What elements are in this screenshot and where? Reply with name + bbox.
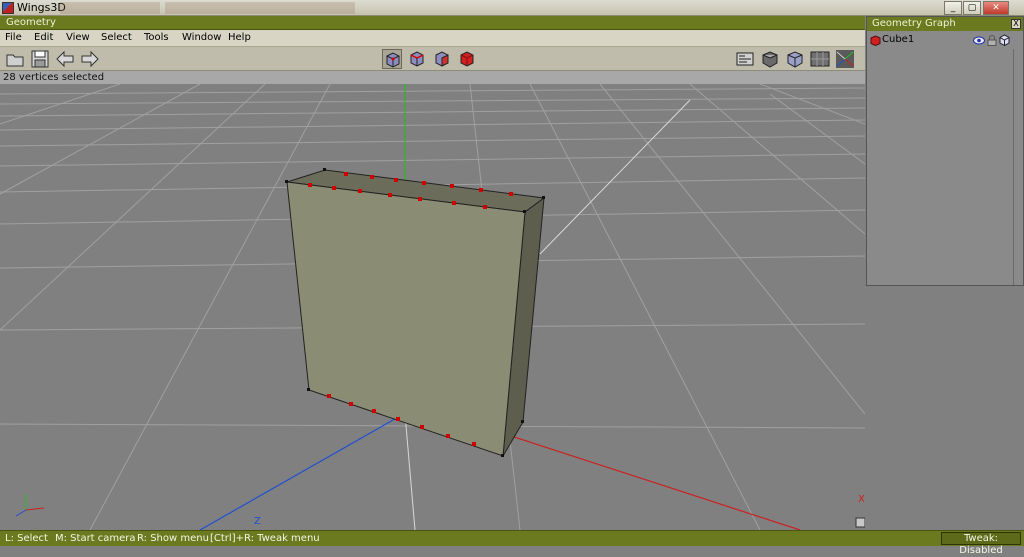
status-bar: L: Select M: Start camera R: Show menu […: [0, 530, 1024, 556]
z-axis-line: [199, 415, 401, 530]
undo-arrow-icon[interactable]: [55, 49, 75, 69]
face-mode-icon[interactable]: [432, 49, 452, 69]
x-axis-label: X: [858, 494, 865, 505]
os-title-bar: Wings3D _ ▢ ✕: [0, 0, 1024, 16]
geometry-window-title: Geometry: [6, 17, 56, 28]
wireframe-cube-icon[interactable]: [999, 34, 1010, 46]
save-icon[interactable]: [30, 49, 50, 69]
window-title: Wings3D: [17, 1, 66, 14]
hint-left-click: L: Select: [5, 533, 48, 544]
geometry-graph-list: [868, 49, 1014, 285]
menu-view[interactable]: View: [66, 32, 90, 43]
flat-shade-icon[interactable]: [785, 49, 805, 69]
mini-axes-icon: [15, 494, 45, 517]
minimize-icon[interactable]: _: [944, 1, 962, 15]
menu-tools[interactable]: Tools: [144, 32, 169, 43]
3d-viewport[interactable]: X Z: [0, 84, 865, 530]
object-name: Cube1: [882, 34, 915, 45]
redo-arrow-icon[interactable]: [80, 49, 100, 69]
list-item[interactable]: Cube1: [867, 33, 1023, 47]
menu-bar: File Edit View Select Tools Window Help: [0, 30, 865, 47]
hint-ctrl-right-click: [Ctrl]+R: Tweak menu: [210, 533, 320, 544]
menu-edit[interactable]: Edit: [34, 32, 53, 43]
geometry-graph-title: Geometry Graph: [872, 18, 956, 29]
x-axis-line: [504, 433, 801, 530]
body-mode-icon[interactable]: [457, 49, 477, 69]
wings3d-app-icon: [2, 2, 14, 14]
grid-axis-line: [404, 413, 416, 530]
hint-middle-click: M: Start camera: [55, 533, 136, 544]
viewport-canvas: X Z: [0, 84, 865, 530]
menu-select[interactable]: Select: [101, 32, 132, 43]
tweak-status-badge: Tweak: Disabled: [941, 532, 1021, 556]
background-tab: [165, 2, 355, 14]
edge-mode-icon[interactable]: [407, 49, 427, 69]
empty-panel-area: [866, 286, 1024, 530]
geometry-graph-panel: Geometry Graph X Cube1: [866, 16, 1024, 286]
vertex-mode-icon[interactable]: [382, 49, 402, 69]
toolbar: [0, 47, 865, 71]
eye-icon[interactable]: [973, 36, 985, 45]
z-axis-label: Z: [254, 516, 261, 527]
workmode-icon[interactable]: [735, 49, 755, 69]
menu-window[interactable]: Window: [182, 32, 221, 43]
close-icon[interactable]: X: [1011, 19, 1021, 29]
resize-grip-icon[interactable]: [855, 517, 865, 528]
axes-icon[interactable]: [835, 49, 855, 69]
menu-help[interactable]: Help: [228, 32, 251, 43]
cube1-mesh[interactable]: [286, 169, 546, 457]
maximize-icon[interactable]: ▢: [963, 1, 981, 15]
selection-status-bar: 28 vertices selected: [0, 71, 865, 84]
geometry-graph-header[interactable]: Geometry Graph X: [867, 17, 1023, 31]
ground-plane-icon[interactable]: [810, 49, 830, 69]
cube-object-icon: [870, 35, 881, 46]
open-folder-icon[interactable]: [5, 49, 25, 69]
hint-right-click: R: Show menu: [137, 533, 209, 544]
smooth-shade-icon[interactable]: [760, 49, 780, 69]
background-tab: [60, 2, 160, 14]
close-icon[interactable]: ✕: [983, 1, 1009, 15]
selection-status: 28 vertices selected: [3, 72, 105, 83]
geometry-window-header[interactable]: Geometry: [0, 16, 865, 30]
lock-icon[interactable]: [987, 35, 997, 46]
menu-file[interactable]: File: [5, 32, 22, 43]
